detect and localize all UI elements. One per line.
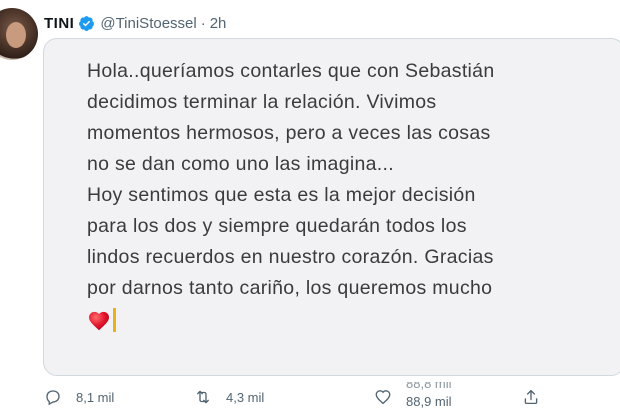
note-line: no se dan como uno las imagina... xyxy=(87,153,394,175)
text-cursor xyxy=(113,307,116,332)
tweet-timestamp[interactable]: 2h xyxy=(210,15,227,32)
note-line: Hoy sentimos que esta es la mejor decisi… xyxy=(87,184,476,206)
tweet-header: TINI @TiniStoessel · 2h xyxy=(44,12,226,34)
retweet-count: 4,3 mil xyxy=(226,389,265,405)
note-text: Hola..queríamos contarles que con Sebast… xyxy=(87,56,620,335)
share-icon xyxy=(524,389,538,405)
like-count: 88,9 mil xyxy=(406,394,452,409)
share-button[interactable] xyxy=(522,382,554,412)
note-line: para los dos y siempre quedarán todos lo… xyxy=(87,215,467,237)
avatar[interactable] xyxy=(0,8,38,60)
note-line: decidimos terminar la relación. Vivimos xyxy=(87,91,437,113)
retweet-button[interactable]: 4,3 mil xyxy=(194,382,264,412)
like-count-ticker: 88,8 mil 88,9 mil xyxy=(406,382,476,412)
author-name[interactable]: TINI xyxy=(44,15,74,32)
like-count-previous: 88,8 mil xyxy=(406,382,452,391)
note-line: lindos recuerdos en nuestro corazón. Gra… xyxy=(87,246,494,268)
reply-icon xyxy=(46,390,60,406)
note-line: por darnos tanto cariño, los queremos mu… xyxy=(87,277,493,299)
like-button[interactable]: 88,8 mil 88,9 mil xyxy=(374,382,476,412)
author-handle[interactable]: @TiniStoessel xyxy=(100,15,196,32)
retweet-icon xyxy=(197,390,209,404)
reply-count: 8,1 mil xyxy=(76,389,115,405)
note-line: momentos hermosos, pero a veces las cosa… xyxy=(87,122,491,144)
note-line-emoji xyxy=(87,304,620,335)
red-heart-icon xyxy=(89,311,109,331)
tweet-image-notes-screenshot[interactable]: Hola..queríamos contarles que con Sebast… xyxy=(43,38,620,376)
tweet-actions: 8,1 mil 4,3 mil 88,8 mil 88,9 mil xyxy=(44,382,620,418)
heart-icon xyxy=(375,390,391,405)
note-line: Hola..queríamos contarles que con Sebast… xyxy=(87,60,495,82)
avatar-face xyxy=(6,22,26,48)
tweet: TINI @TiniStoessel · 2h Hola..queríamos … xyxy=(0,0,620,420)
reply-button[interactable]: 8,1 mil xyxy=(44,382,114,412)
header-separator: · xyxy=(200,14,206,32)
verified-badge-icon xyxy=(79,15,95,31)
